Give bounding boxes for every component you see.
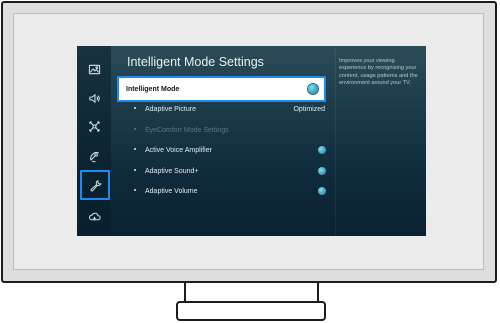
adaptive-volume-row[interactable]: Adaptive Volume bbox=[121, 182, 331, 200]
sound-icon[interactable] bbox=[84, 88, 104, 108]
adaptive-sound-label: Adaptive Sound+ bbox=[145, 167, 199, 175]
settings-sidebar bbox=[77, 46, 111, 236]
active-voice-amplifier-label: Active Voice Amplifier bbox=[145, 146, 212, 154]
bullet-icon bbox=[134, 169, 136, 171]
panel-divider bbox=[335, 46, 336, 236]
help-description: Improves your viewing experience by reco… bbox=[339, 58, 418, 87]
support-wrench-icon[interactable] bbox=[80, 170, 110, 200]
picture-icon[interactable] bbox=[84, 59, 104, 79]
tv-stand-neck bbox=[184, 283, 319, 303]
eyecomfort-mode-label: EyeComfort Mode Settings bbox=[145, 126, 229, 134]
bullet-icon bbox=[134, 148, 136, 150]
broadcast-icon[interactable] bbox=[84, 146, 104, 166]
adaptive-picture-value: Optimized bbox=[293, 105, 325, 113]
tv-stand-base bbox=[176, 301, 326, 321]
bullet-icon bbox=[134, 128, 136, 130]
eyecomfort-mode-row: EyeComfort Mode Settings bbox=[121, 121, 331, 139]
adaptive-volume-label: Adaptive Volume bbox=[145, 187, 198, 195]
settings-panel: Intelligent Mode Settings Intelligent Mo… bbox=[111, 46, 333, 236]
connection-icon[interactable] bbox=[84, 116, 104, 136]
adaptive-volume-toggle[interactable] bbox=[318, 187, 326, 195]
active-voice-amplifier-row[interactable]: Active Voice Amplifier bbox=[121, 141, 331, 159]
active-voice-amplifier-toggle[interactable] bbox=[318, 146, 326, 154]
adaptive-sound-toggle[interactable] bbox=[318, 167, 326, 175]
tv-screen: Intelligent Mode Settings Intelligent Mo… bbox=[77, 46, 426, 236]
adaptive-picture-row[interactable]: Adaptive Picture Optimized bbox=[121, 100, 331, 118]
adaptive-sound-row[interactable]: Adaptive Sound+ bbox=[121, 162, 331, 180]
bullet-icon bbox=[134, 107, 136, 109]
intelligent-mode-toggle[interactable] bbox=[308, 84, 318, 94]
adaptive-picture-label: Adaptive Picture bbox=[145, 105, 196, 113]
bullet-icon bbox=[134, 189, 136, 191]
intelligent-mode-label: Intelligent Mode bbox=[126, 85, 180, 93]
cloud-icon[interactable] bbox=[84, 206, 104, 226]
page-title: Intelligent Mode Settings bbox=[127, 55, 264, 69]
intelligent-mode-toggle-row[interactable]: Intelligent Mode bbox=[117, 76, 326, 102]
